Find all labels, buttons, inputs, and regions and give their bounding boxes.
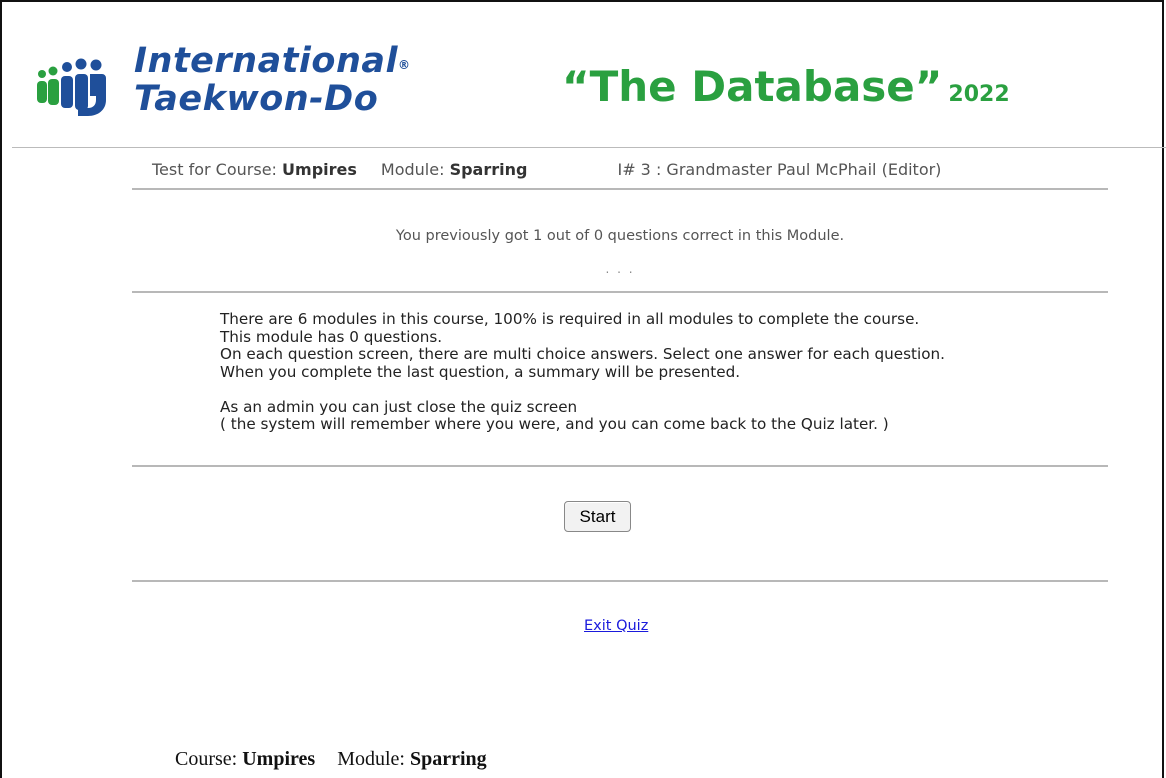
itf-wordmark: International® Taekwon-Do [134,42,411,118]
registered-mark: ® [398,58,411,72]
module-value: Sparring [449,160,528,179]
start-button[interactable]: Start [564,501,631,532]
footer-course-info: Course: Umpires Module: Sparring [175,748,487,771]
database-title: “The Database” 2022 [562,62,1010,120]
instruction-line: There are 6 modules in this course, 100%… [220,310,920,328]
database-title-text: “The Database” [562,62,943,111]
instructor-info: I# 3 : Grandmaster Paul McPhail (Editor) [617,160,942,179]
exit-quiz-link[interactable]: Exit Quiz [584,618,648,634]
previous-result-text: You previously got 1 out of 0 questions … [395,228,845,244]
module-label: Module: [380,160,445,179]
instruction-line: ( the system will remember where you wer… [220,415,889,433]
divider [132,188,1108,190]
logo-line2: Taekwon-Do [134,79,379,119]
instruction-line: This module has 0 questions. [220,327,443,346]
page-header: International® Taekwon-Do “The Database”… [0,0,1166,148]
divider [132,580,1108,582]
instruction-line: As an admin you can just close the quiz … [220,397,578,416]
footer-module-value: Sparring [409,748,487,770]
quiz-instructions: There are 6 modules in this course, 100%… [220,310,945,434]
course-value: Umpires [282,160,357,179]
divider [132,465,1108,467]
database-year: 2022 [948,82,1010,107]
ellipsis: . . . [605,262,635,276]
instruction-line: On each question screen, there are multi… [220,345,945,363]
footer-module-label: Module: [337,748,405,770]
course-info-bar: Test for Course: Umpires Module: Sparring… [152,160,941,179]
footer-course-label: Course: [175,748,238,770]
footer-course-value: Umpires [242,748,316,770]
divider [132,291,1108,293]
course-label: Test for Course: [152,160,277,179]
instruction-line: When you complete the last question, a s… [220,362,741,381]
itf-people-logo-icon [37,58,106,116]
header-divider [12,147,1166,148]
logo-line1: International [134,41,399,81]
